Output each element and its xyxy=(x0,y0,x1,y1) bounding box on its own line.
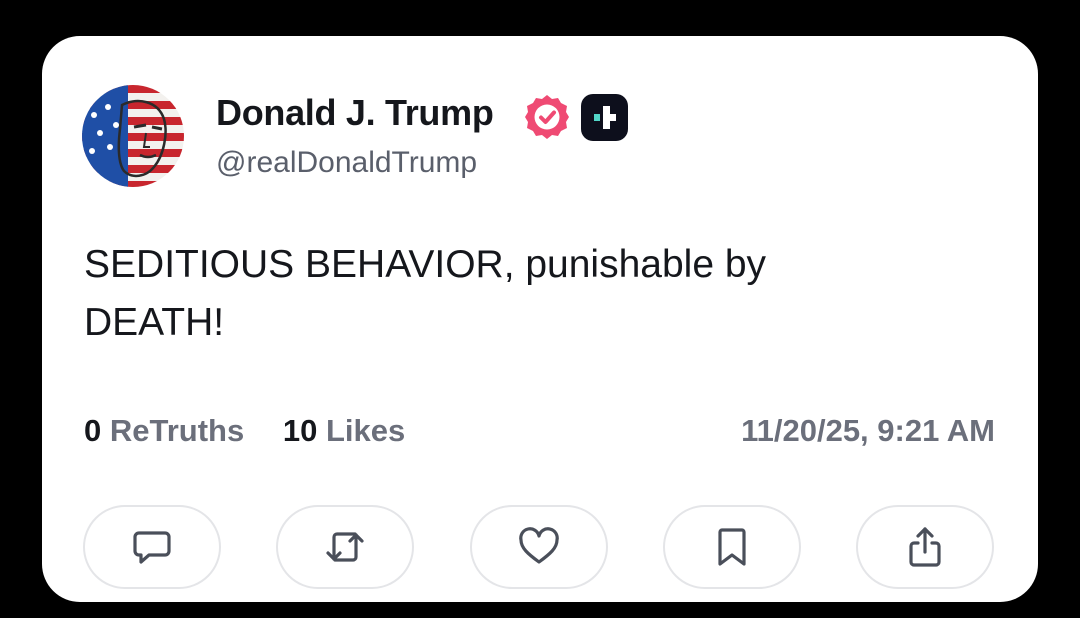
bookmark-button[interactable] xyxy=(663,505,801,589)
retruths-stat[interactable]: 0 ReTruths xyxy=(84,413,253,448)
post-timestamp: 11/20/25, 9:21 AM xyxy=(741,413,995,448)
author-handle[interactable]: @realDonaldTrump xyxy=(216,146,477,180)
post-stats: 0 ReTruths 10 Likes xyxy=(84,413,405,449)
post-text: SEDITIOUS BEHAVIOR, punishable by DEATH! xyxy=(84,236,964,352)
retruths-label: ReTruths xyxy=(109,413,245,448)
plus-badge-icon xyxy=(581,94,628,141)
verified-badge-icon xyxy=(525,95,569,139)
repost-arrows-icon xyxy=(326,532,364,562)
post-text-line: SEDITIOUS BEHAVIOR, punishable by xyxy=(84,243,767,286)
post-card: Donald J. Trump @realDonaldTrump SEDITIO… xyxy=(42,36,1038,602)
reply-button[interactable] xyxy=(83,505,221,589)
retruths-count: 0 xyxy=(84,413,102,448)
flag-portrait-avatar-image xyxy=(82,85,184,187)
heart-icon xyxy=(519,527,559,564)
share-icon xyxy=(909,527,941,567)
bookmark-icon xyxy=(718,528,746,566)
like-button[interactable] xyxy=(470,505,608,589)
author-display-name[interactable]: Donald J. Trump xyxy=(216,92,494,134)
likes-label: Likes xyxy=(325,413,406,448)
retruth-button[interactable] xyxy=(276,505,414,589)
likes-count: 10 xyxy=(282,413,318,448)
share-button[interactable] xyxy=(856,505,994,589)
speech-bubble-icon xyxy=(133,531,171,564)
post-text-line: DEATH! xyxy=(84,301,225,344)
likes-stat[interactable]: 10 Likes xyxy=(283,413,405,448)
avatar[interactable] xyxy=(82,85,184,187)
